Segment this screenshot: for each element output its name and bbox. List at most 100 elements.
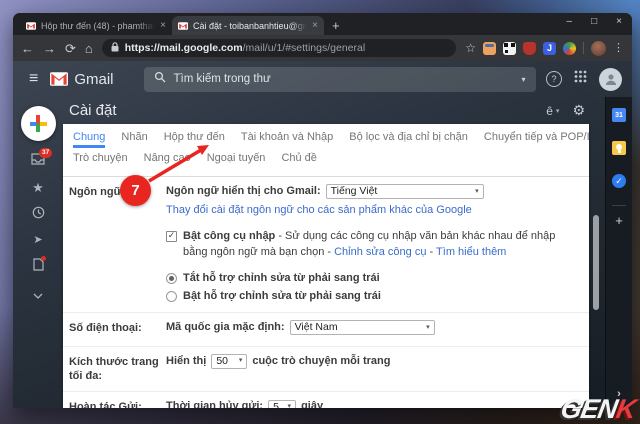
- row-label: Kích thước trang tối đa:: [69, 354, 166, 385]
- toolbar-right: ☆ J ⋮: [465, 41, 624, 56]
- compose-button[interactable]: [21, 106, 56, 141]
- tab-close-icon[interactable]: ×: [160, 20, 166, 31]
- gmail-logo[interactable]: Gmail: [50, 71, 113, 88]
- rtl-on-label: Bật hỗ trợ chỉnh sửa từ phải sang trái: [183, 289, 381, 305]
- rtl-on-radio[interactable]: [166, 291, 177, 302]
- select-caret-icon: ▾: [288, 402, 292, 408]
- display-language-label: Ngôn ngữ hiển thị cho Gmail:: [166, 184, 321, 200]
- undo-send-select[interactable]: 5 ▾: [268, 400, 296, 408]
- input-tools-button[interactable]: ê▾: [546, 104, 559, 118]
- scrollbar-thumb[interactable]: [593, 215, 599, 310]
- tab-close-icon[interactable]: ×: [312, 20, 318, 31]
- browser-window: Hộp thư đến (48) - phamthaihoc × Cài đặt…: [13, 13, 632, 408]
- select-caret-icon: ▾: [239, 356, 243, 366]
- settings-tab-1[interactable]: Nâng cao: [144, 152, 191, 169]
- settings-tab-3[interactable]: Tài khoản và Nhập: [241, 131, 333, 148]
- gmail-body: 37 ★ ➤ Cà: [13, 97, 632, 408]
- settings-card: Chung Nhãn Hộp thư đến Tài khoản và Nhập Bộ …: [63, 124, 589, 408]
- apps-grid-icon[interactable]: [574, 70, 587, 88]
- settings-tab-3[interactable]: Chủ đề: [281, 152, 316, 169]
- change-language-link[interactable]: Thay đổi cài đặt ngôn ngữ cho các sản ph…: [166, 203, 577, 219]
- address-bar[interactable]: https://mail.google.com/mail/u/1/#settin…: [102, 39, 456, 57]
- settings-tab-2[interactable]: Ngoại tuyến: [207, 152, 266, 169]
- annotation-step-badge: 7: [120, 175, 151, 206]
- settings-tab-4[interactable]: Bộ lọc và địa chỉ bị chặn: [349, 131, 468, 148]
- more-chevron-icon[interactable]: [33, 287, 43, 303]
- bookmark-star-icon[interactable]: ☆: [465, 42, 476, 54]
- settings-tabs-row2: Trò chuyện Nâng cao Ngoại tuyến Chủ đề: [63, 148, 589, 177]
- settings-tab-1[interactable]: Nhãn: [121, 131, 147, 148]
- browser-tab-inbox[interactable]: Hộp thư đến (48) - phamthaihoc ×: [20, 16, 172, 35]
- gmail-header: ≡ Gmail Tìm kiếm trong thư ▾ ?: [13, 61, 632, 97]
- browser-menu-icon[interactable]: ⋮: [613, 43, 624, 54]
- close-button[interactable]: ×: [616, 17, 622, 27]
- input-tools-text: Bật công cụ nhập - Sử dụng các công cụ n…: [183, 229, 577, 261]
- settings-row-undo-send: Hoàn tác Gửi: Thời gian hủy gửi: 5 ▾ giâ…: [63, 392, 589, 408]
- settings-tab-0[interactable]: Trò chuyện: [73, 152, 128, 169]
- tab-title: Hộp thư đến (48) - phamthaihoc: [41, 21, 155, 31]
- reload-icon[interactable]: ⟳: [65, 42, 76, 55]
- select-caret-icon: ▾: [475, 187, 479, 197]
- lock-icon: [111, 39, 119, 57]
- browser-toolbar: ← → ⟳ ⌂ https://mail.google.com/mail/u/1…: [13, 35, 632, 61]
- page-size-select[interactable]: 50 ▾: [211, 354, 247, 369]
- starred-icon[interactable]: ★: [32, 181, 44, 194]
- settings-area: Cài đặt ê▾ ⚙ ChungNhãnHộp thư đếnTài kho…: [63, 97, 605, 408]
- home-icon[interactable]: ⌂: [85, 42, 93, 55]
- gmail-header-right: ?: [546, 68, 622, 91]
- extension-shield-icon[interactable]: [523, 42, 536, 55]
- inbox-unread-badge: 37: [39, 148, 52, 158]
- search-options-caret-icon[interactable]: ▾: [522, 75, 526, 84]
- forward-icon[interactable]: →: [43, 42, 56, 55]
- maximize-button[interactable]: □: [591, 17, 597, 27]
- calendar-icon[interactable]: 31: [612, 108, 626, 122]
- snoozed-clock-icon[interactable]: [32, 206, 45, 223]
- input-tools-caret-icon: ▾: [556, 107, 560, 115]
- select-caret-icon: ▾: [426, 323, 430, 333]
- minimize-button[interactable]: –: [567, 17, 573, 27]
- back-icon[interactable]: ←: [21, 42, 34, 55]
- extension-swirl-icon[interactable]: [563, 42, 576, 55]
- settings-row-phone: Số điện thoại: Mã quốc gia mặc định: Việ…: [63, 313, 589, 347]
- country-select[interactable]: Việt Nam ▾: [290, 320, 435, 335]
- country-code-label: Mã quốc gia mặc định:: [166, 320, 285, 336]
- search-icon: [154, 70, 166, 88]
- extension-face-icon[interactable]: [483, 42, 496, 55]
- row-label: Ngôn ngữ:: [69, 184, 166, 305]
- extension-j-icon[interactable]: J: [543, 42, 556, 55]
- watermark-logo: GENK: [559, 396, 638, 423]
- search-bar[interactable]: Tìm kiếm trong thư ▾: [144, 67, 536, 92]
- extension-qr-icon[interactable]: [503, 42, 516, 55]
- input-tools-checkbox[interactable]: ✓: [166, 231, 177, 242]
- rtl-off-radio[interactable]: [166, 273, 177, 284]
- settings-tabs-row1: Chung Nhãn Hộp thư đến Tài khoản và Nhập Bộ …: [63, 124, 589, 148]
- settings-tab-0[interactable]: Chung: [73, 131, 105, 148]
- language-select[interactable]: Tiếng Việt ▾: [326, 184, 484, 199]
- new-tab-button[interactable]: +: [332, 19, 340, 32]
- gmail-favicon-icon: [26, 21, 36, 31]
- gear-icon[interactable]: ⚙: [572, 102, 585, 119]
- hamburger-menu-icon[interactable]: ≡: [29, 71, 38, 87]
- drafts-notification-dot: [41, 256, 46, 261]
- sent-icon[interactable]: ➤: [33, 235, 42, 246]
- panel-divider: [612, 205, 626, 206]
- search-input[interactable]: Tìm kiếm trong thư: [174, 73, 514, 85]
- help-icon[interactable]: ?: [546, 71, 562, 87]
- rtl-off-label: Tắt hỗ trợ chỉnh sửa từ phải sang trái: [183, 271, 380, 287]
- settings-tab-2[interactable]: Hộp thư đến: [164, 131, 225, 148]
- settings-tab-5[interactable]: Chuyển tiếp và POP/IMAP: [484, 131, 589, 148]
- drafts-icon[interactable]: [33, 258, 44, 275]
- inbox-icon[interactable]: 37: [31, 153, 45, 169]
- add-addon-button[interactable]: +: [615, 214, 623, 227]
- window-controls: – □ ×: [567, 17, 622, 27]
- account-avatar[interactable]: [599, 68, 622, 91]
- tasks-icon[interactable]: ✓: [612, 174, 626, 188]
- browser-profile-avatar[interactable]: [591, 41, 606, 56]
- keep-icon[interactable]: [612, 141, 626, 155]
- edit-tools-link[interactable]: Chỉnh sửa công cụ: [334, 246, 426, 258]
- input-tools-learn-more-link[interactable]: Tìm hiểu thêm: [436, 246, 506, 258]
- settings-row-page-size: Kích thước trang tối đa: Hiển thị 50 ▾ c…: [63, 347, 589, 393]
- gmail-favicon-icon: [178, 21, 188, 31]
- row-label: Số điện thoại:: [69, 320, 166, 339]
- browser-tab-settings[interactable]: Cài đặt - toibanbanhtieu@gmail ×: [172, 16, 324, 35]
